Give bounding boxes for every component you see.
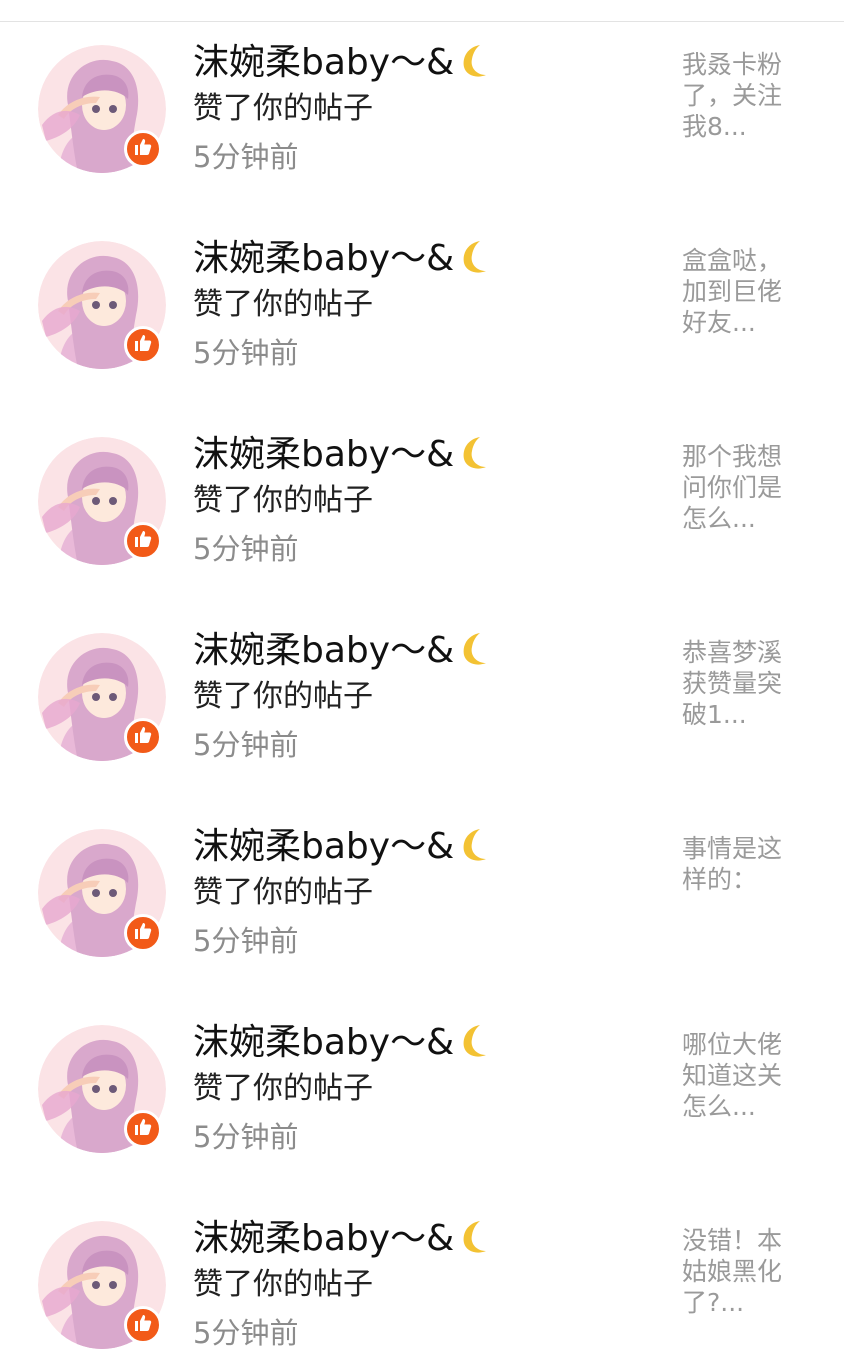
notification-item[interactable]: 沫婉柔baby～& 赞了你的帖子 5分钟前 事情是这样的： bbox=[0, 806, 844, 1002]
notification-item[interactable]: 沫婉柔baby～& 赞了你的帖子 5分钟前 哪位大佬知道这关怎么... bbox=[0, 1002, 844, 1198]
thumbs-up-icon bbox=[133, 333, 153, 357]
notification-action: 赞了你的帖子 bbox=[193, 875, 373, 910]
thumbs-up-icon bbox=[133, 137, 153, 161]
crescent-moon-icon bbox=[454, 42, 494, 83]
user-name[interactable]: 沫婉柔baby～& bbox=[193, 41, 494, 85]
notification-time: 5分钟前 bbox=[193, 140, 299, 174]
crescent-moon-icon bbox=[454, 1022, 494, 1063]
notification-action: 赞了你的帖子 bbox=[193, 1267, 373, 1302]
thumbs-up-icon bbox=[133, 1117, 153, 1141]
post-preview[interactable]: 哪位大佬知道这关怎么... bbox=[682, 1029, 796, 1122]
notification-time: 5分钟前 bbox=[193, 728, 299, 762]
like-badge bbox=[124, 130, 162, 168]
notification-action: 赞了你的帖子 bbox=[193, 287, 373, 322]
notification-time: 5分钟前 bbox=[193, 1120, 299, 1154]
like-badge bbox=[124, 718, 162, 756]
thumbs-up-icon bbox=[133, 529, 153, 553]
like-badge bbox=[124, 1306, 162, 1344]
post-preview[interactable]: 那个我想问你们是怎么... bbox=[682, 441, 796, 534]
post-preview[interactable]: 没错！本姑娘黑化了?... bbox=[682, 1225, 796, 1318]
notification-time: 5分钟前 bbox=[193, 532, 299, 566]
user-name[interactable]: 沫婉柔baby～& bbox=[193, 237, 494, 281]
post-preview[interactable]: 事情是这样的： bbox=[682, 833, 796, 895]
notification-action: 赞了你的帖子 bbox=[193, 483, 373, 518]
notification-time: 5分钟前 bbox=[193, 1316, 299, 1350]
post-preview[interactable]: 我叒卡粉了，关注我8... bbox=[682, 49, 796, 142]
notification-item[interactable]: 沫婉柔baby～& 赞了你的帖子 5分钟前 没错！本姑娘黑化了?... bbox=[0, 1198, 844, 1354]
like-badge bbox=[124, 326, 162, 364]
notification-item[interactable]: 沫婉柔baby～& 赞了你的帖子 5分钟前 盒盒哒，加到巨佬好友... bbox=[0, 218, 844, 414]
crescent-moon-icon bbox=[454, 630, 494, 671]
user-name[interactable]: 沫婉柔baby～& bbox=[193, 1217, 494, 1261]
crescent-moon-icon bbox=[454, 434, 494, 475]
crescent-moon-icon bbox=[454, 826, 494, 867]
notification-item[interactable]: 沫婉柔baby～& 赞了你的帖子 5分钟前 那个我想问你们是怎么... bbox=[0, 414, 844, 610]
thumbs-up-icon bbox=[133, 1313, 153, 1337]
user-name[interactable]: 沫婉柔baby～& bbox=[193, 825, 494, 869]
crescent-moon-icon bbox=[454, 1218, 494, 1259]
post-preview[interactable]: 恭喜梦溪获赞量突破1... bbox=[682, 637, 796, 730]
notification-action: 赞了你的帖子 bbox=[193, 91, 373, 126]
notification-action: 赞了你的帖子 bbox=[193, 1071, 373, 1106]
notification-time: 5分钟前 bbox=[193, 336, 299, 370]
user-name[interactable]: 沫婉柔baby～& bbox=[193, 433, 494, 477]
post-preview[interactable]: 盒盒哒，加到巨佬好友... bbox=[682, 245, 796, 338]
notification-time: 5分钟前 bbox=[193, 924, 299, 958]
crescent-moon-icon bbox=[454, 238, 494, 279]
notification-item[interactable]: 沫婉柔baby～& 赞了你的帖子 5分钟前 我叒卡粉了，关注我8... bbox=[0, 22, 844, 218]
user-name[interactable]: 沫婉柔baby～& bbox=[193, 629, 494, 673]
thumbs-up-icon bbox=[133, 725, 153, 749]
user-name[interactable]: 沫婉柔baby～& bbox=[193, 1021, 494, 1065]
notification-item[interactable]: 沫婉柔baby～& 赞了你的帖子 5分钟前 恭喜梦溪获赞量突破1... bbox=[0, 610, 844, 806]
like-badge bbox=[124, 914, 162, 952]
like-badge bbox=[124, 522, 162, 560]
like-badge bbox=[124, 1110, 162, 1148]
thumbs-up-icon bbox=[133, 921, 153, 945]
notification-action: 赞了你的帖子 bbox=[193, 679, 373, 714]
